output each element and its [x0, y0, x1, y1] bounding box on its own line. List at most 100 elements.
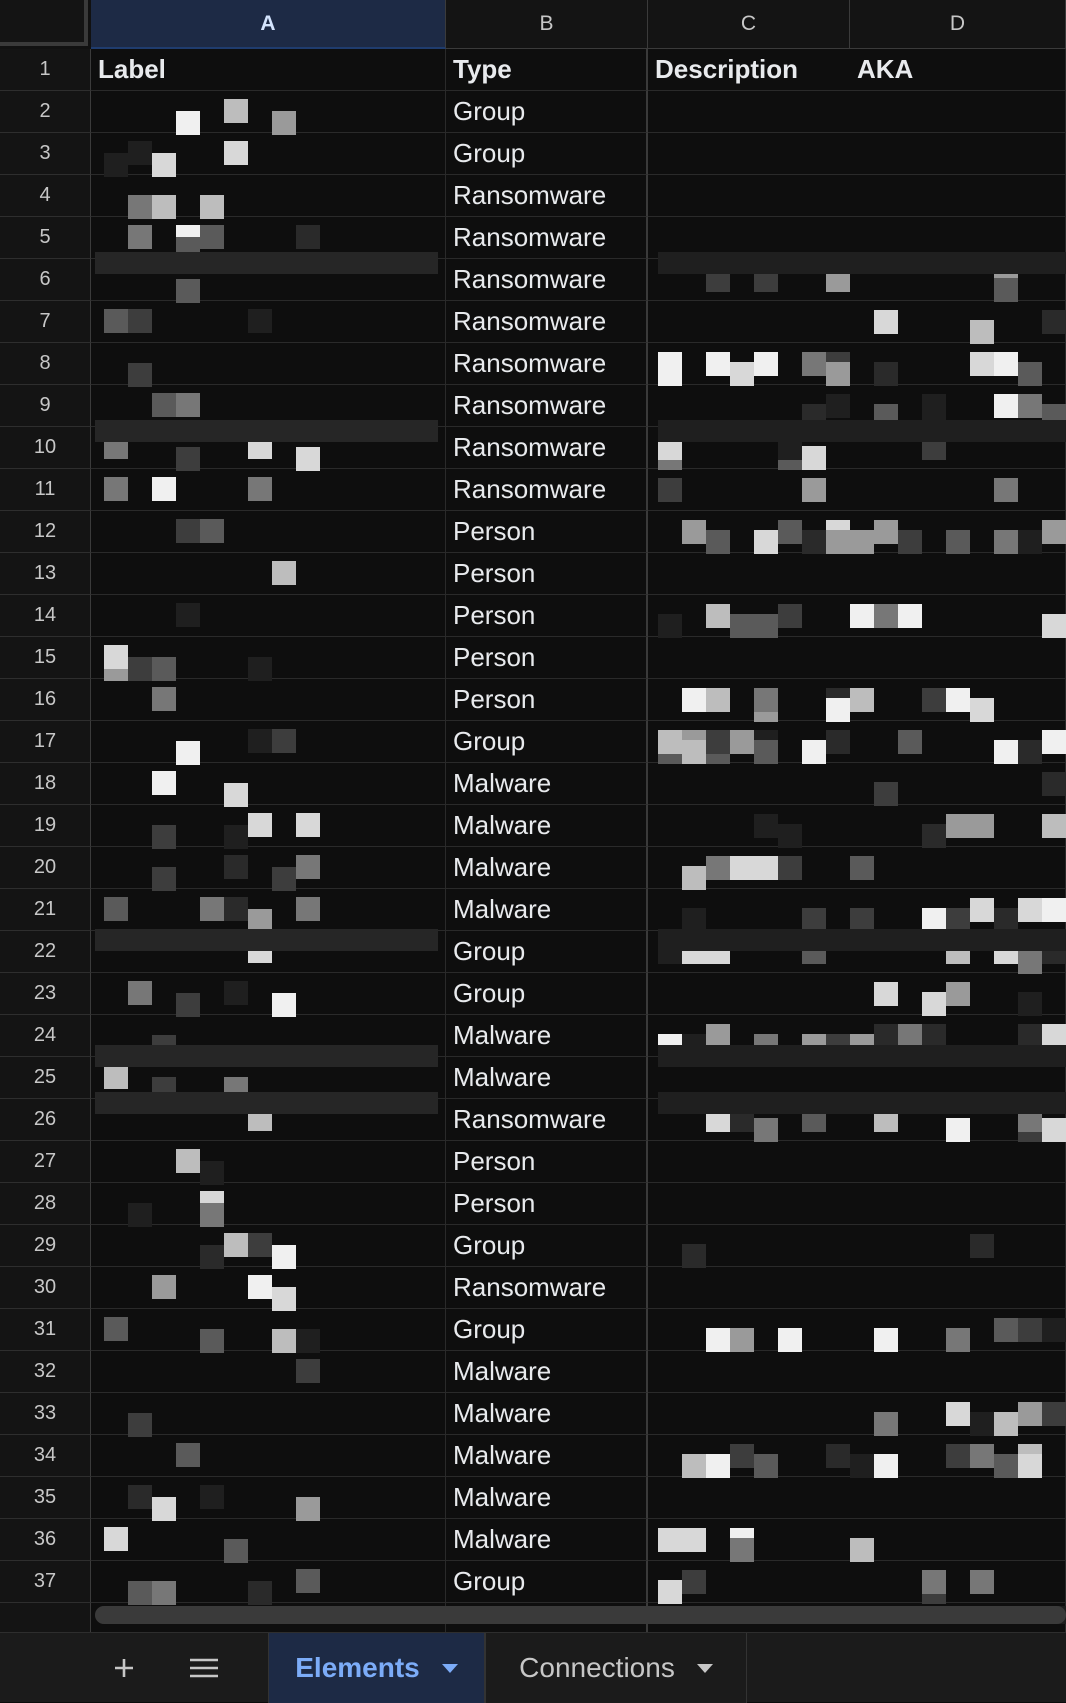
description-cell[interactable] [648, 1351, 850, 1393]
description-cell[interactable] [648, 385, 850, 427]
type-cell[interactable]: Person [446, 1141, 648, 1183]
label-cell[interactable] [91, 889, 446, 931]
row-header[interactable]: 30 [0, 1267, 91, 1309]
row-header[interactable]: 25 [0, 1057, 91, 1099]
type-cell[interactable]: Ransomware [446, 259, 648, 301]
label-cell[interactable] [91, 91, 446, 133]
aka-cell[interactable] [850, 721, 1066, 763]
description-cell[interactable] [648, 973, 850, 1015]
description-cell[interactable] [648, 1561, 850, 1603]
description-cell[interactable] [648, 1267, 850, 1309]
column-header-d[interactable]: D [850, 0, 1066, 49]
row-header[interactable]: 26 [0, 1099, 91, 1141]
description-cell[interactable] [648, 259, 850, 301]
aka-cell[interactable] [850, 637, 1066, 679]
aka-cell[interactable] [850, 595, 1066, 637]
description-cell[interactable] [648, 1099, 850, 1141]
label-cell[interactable] [91, 1393, 446, 1435]
chevron-down-icon[interactable] [441, 1663, 458, 1673]
description-cell[interactable] [648, 805, 850, 847]
description-cell[interactable] [648, 217, 850, 259]
description-cell[interactable] [648, 763, 850, 805]
label-header[interactable]: Label [91, 49, 446, 91]
type-cell[interactable]: Person [446, 553, 648, 595]
label-cell[interactable] [91, 259, 446, 301]
tab-connections[interactable]: Connections [485, 1633, 747, 1703]
column-header-b[interactable]: B [446, 0, 648, 49]
label-cell[interactable] [91, 1519, 446, 1561]
label-cell[interactable] [91, 1225, 446, 1267]
type-header[interactable]: Type [446, 49, 648, 91]
description-cell[interactable] [648, 1225, 850, 1267]
row-header[interactable]: 1 [0, 49, 91, 91]
aka-cell[interactable] [850, 217, 1066, 259]
row-header[interactable]: 10 [0, 427, 91, 469]
aka-cell[interactable] [850, 1561, 1066, 1603]
aka-cell[interactable] [850, 1183, 1066, 1225]
description-cell[interactable] [648, 847, 850, 889]
row-header[interactable]: 32 [0, 1351, 91, 1393]
type-cell[interactable]: Ransomware [446, 385, 648, 427]
plus-icon[interactable] [100, 1633, 148, 1703]
aka-cell[interactable] [850, 1477, 1066, 1519]
aka-cell[interactable] [850, 1099, 1066, 1141]
aka-cell[interactable] [850, 1309, 1066, 1351]
tab-elements[interactable]: Elements [268, 1633, 485, 1703]
label-cell[interactable] [91, 1015, 446, 1057]
horizontal-scrollbar[interactable] [95, 1606, 1066, 1624]
type-cell[interactable]: Group [446, 133, 648, 175]
row-header[interactable]: 22 [0, 931, 91, 973]
label-cell[interactable] [91, 1183, 446, 1225]
description-cell[interactable] [648, 301, 850, 343]
type-cell[interactable]: Ransomware [446, 343, 648, 385]
aka-cell[interactable] [850, 175, 1066, 217]
row-header[interactable]: 29 [0, 1225, 91, 1267]
description-cell[interactable] [648, 1519, 850, 1561]
label-cell[interactable] [91, 511, 446, 553]
description-cell[interactable] [648, 1057, 850, 1099]
type-cell[interactable]: Group [446, 1309, 648, 1351]
type-cell[interactable]: Malware [446, 1477, 648, 1519]
description-cell[interactable] [648, 595, 850, 637]
description-cell[interactable] [648, 91, 850, 133]
aka-cell[interactable] [850, 847, 1066, 889]
aka-cell[interactable] [850, 301, 1066, 343]
row-header[interactable]: 21 [0, 889, 91, 931]
row-header[interactable]: 2 [0, 91, 91, 133]
label-cell[interactable] [91, 133, 446, 175]
row-header[interactable]: 6 [0, 259, 91, 301]
type-cell[interactable]: Group [446, 1225, 648, 1267]
label-cell[interactable] [91, 973, 446, 1015]
aka-cell[interactable] [850, 343, 1066, 385]
spreadsheet-grid[interactable]: A B C D 1 Label Type Description AKA 2 Group 3 G… [0, 0, 1066, 1632]
aka-cell[interactable] [850, 469, 1066, 511]
aka-cell[interactable] [850, 259, 1066, 301]
type-cell[interactable]: Person [446, 679, 648, 721]
label-cell[interactable] [91, 805, 446, 847]
aka-cell[interactable] [850, 973, 1066, 1015]
label-cell[interactable] [91, 1267, 446, 1309]
row-header[interactable]: 13 [0, 553, 91, 595]
aka-cell[interactable] [850, 385, 1066, 427]
label-cell[interactable] [91, 931, 446, 973]
row-header[interactable]: 16 [0, 679, 91, 721]
label-cell[interactable] [91, 721, 446, 763]
type-cell[interactable]: Group [446, 91, 648, 133]
aka-cell[interactable] [850, 1015, 1066, 1057]
row-header[interactable]: 15 [0, 637, 91, 679]
label-cell[interactable] [91, 217, 446, 259]
row-header[interactable]: 5 [0, 217, 91, 259]
description-cell[interactable] [648, 427, 850, 469]
description-cell[interactable] [648, 553, 850, 595]
aka-cell[interactable] [850, 1057, 1066, 1099]
type-cell[interactable]: Malware [446, 763, 648, 805]
row-header[interactable]: 34 [0, 1435, 91, 1477]
description-cell[interactable] [648, 1141, 850, 1183]
aka-cell[interactable] [850, 511, 1066, 553]
chevron-down-icon[interactable] [696, 1663, 713, 1673]
type-cell[interactable]: Person [446, 1183, 648, 1225]
row-header[interactable]: 4 [0, 175, 91, 217]
description-header[interactable]: Description [648, 49, 850, 91]
type-cell[interactable]: Group [446, 931, 648, 973]
row-header[interactable]: 9 [0, 385, 91, 427]
